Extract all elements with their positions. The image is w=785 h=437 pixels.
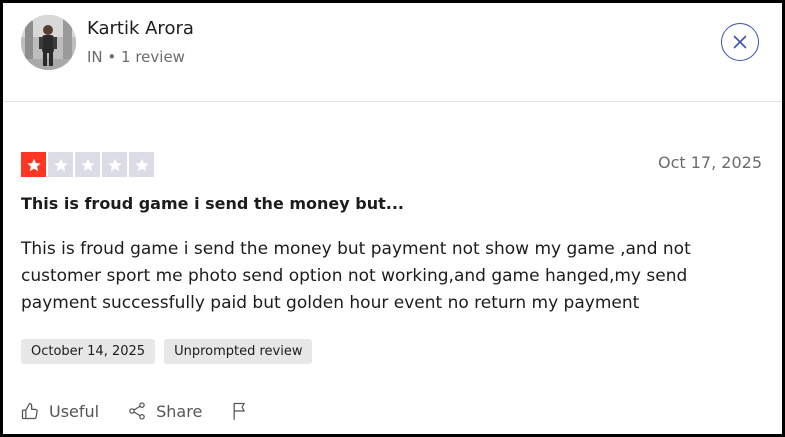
star-rating — [21, 152, 154, 177]
star-icon-empty — [48, 152, 73, 177]
reviewer-header: Kartik Arora IN • 1 review — [3, 3, 782, 102]
share-label: Share — [156, 401, 203, 421]
reviewer-meta: IN • 1 review — [87, 48, 185, 66]
star-icon-filled — [21, 152, 46, 177]
review-tags: October 14, 2025 Unprompted review — [21, 339, 313, 364]
flag-icon — [233, 402, 246, 420]
avatar-photo — [21, 15, 76, 70]
review-body: This is froud game i send the money but … — [21, 239, 691, 313]
star-icon-empty — [129, 152, 154, 177]
useful-label: Useful — [49, 401, 100, 421]
thumbs-up-icon — [21, 402, 38, 420]
close-button[interactable] — [721, 23, 759, 61]
share-button[interactable]: Share — [127, 401, 202, 421]
star-icon-empty — [102, 152, 127, 177]
experience-date-tag: October 14, 2025 — [21, 339, 156, 364]
review-actions: Useful Share — [20, 401, 278, 421]
star-icon-empty — [75, 152, 100, 177]
useful-button[interactable]: Useful — [20, 401, 99, 421]
share-icon — [129, 402, 145, 420]
reviewer-avatar[interactable] — [21, 15, 76, 70]
close-icon — [733, 35, 747, 49]
report-button[interactable] — [230, 401, 250, 421]
review-type-tag: Unprompted review — [164, 339, 313, 364]
reviewer-name[interactable]: Kartik Arora — [87, 18, 194, 39]
review-card: Kartik Arora IN • 1 review Oct 17, 2025 … — [0, 0, 785, 437]
review-title: This is froud game i send the money but.… — [21, 194, 404, 213]
review-date: Oct 17, 2025 — [658, 153, 762, 172]
